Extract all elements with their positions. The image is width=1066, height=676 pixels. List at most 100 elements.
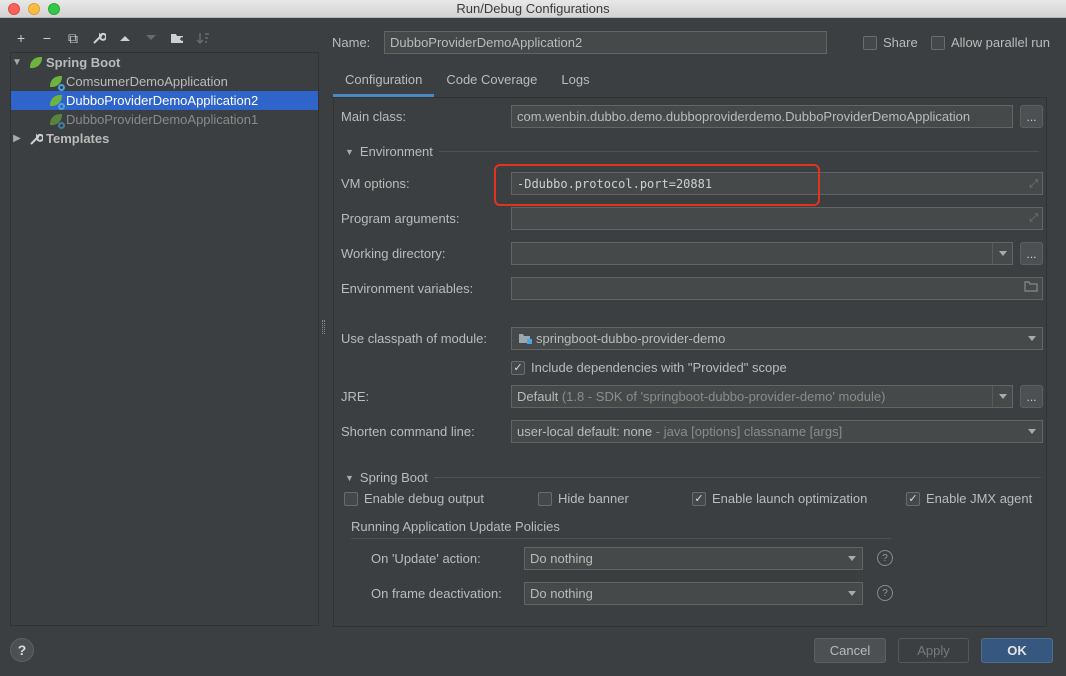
edit-defaults-button[interactable] bbox=[86, 28, 112, 48]
move-down-button[interactable] bbox=[138, 28, 164, 48]
tree-node-templates[interactable]: ▶ Templates bbox=[11, 129, 318, 148]
working-directory-browse-button[interactable]: ... bbox=[1020, 242, 1043, 265]
folder-icon bbox=[170, 33, 184, 43]
chevron-down-icon[interactable] bbox=[842, 548, 862, 569]
include-dependencies-checkbox[interactable]: ✓ bbox=[511, 360, 525, 375]
hide-banner-label: Hide banner bbox=[558, 491, 629, 506]
sort-button[interactable] bbox=[190, 28, 216, 48]
program-arguments-input[interactable]: ⤢ bbox=[511, 207, 1043, 230]
spring-boot-section-label: Spring Boot bbox=[359, 470, 428, 485]
update-policies-label: Running Application Update Policies bbox=[351, 519, 560, 534]
shorten-command-line-combo[interactable]: user-local default: none - java [options… bbox=[511, 420, 1043, 443]
classpath-module-value: springboot-dubbo-provider-demo bbox=[536, 331, 726, 346]
minus-icon: − bbox=[42, 30, 52, 46]
tab-code-coverage[interactable]: Code Coverage bbox=[434, 67, 549, 97]
name-input[interactable]: DubboProviderDemoApplication2 bbox=[384, 31, 827, 54]
tree-item-label: ComsumerDemoApplication bbox=[66, 74, 228, 89]
shorten-command-line-label: Shorten command line: bbox=[341, 424, 475, 439]
tree-node-label: Templates bbox=[46, 131, 110, 146]
classpath-module-label: Use classpath of module: bbox=[341, 331, 487, 346]
jmx-agent-wrap[interactable]: ✓ Enable JMX agent bbox=[906, 491, 1032, 506]
spring-boot-app-icon bbox=[49, 94, 65, 110]
expand-icon[interactable]: ⤢ bbox=[1029, 177, 1038, 191]
section-divider bbox=[433, 477, 1041, 478]
tab-logs[interactable]: Logs bbox=[549, 67, 601, 97]
new-folder-button[interactable] bbox=[164, 28, 190, 48]
chevron-down-icon[interactable] bbox=[992, 386, 1012, 407]
debug-output-checkbox[interactable] bbox=[344, 491, 358, 506]
tab-bar: Configuration Code Coverage Logs bbox=[333, 67, 602, 97]
jre-browse-button[interactable]: ... bbox=[1020, 385, 1043, 408]
wrench-icon bbox=[93, 32, 106, 44]
share-checkbox[interactable] bbox=[863, 35, 877, 50]
parallel-run-checkbox-wrap[interactable]: Allow parallel run bbox=[931, 35, 1050, 50]
tree-item-dubbo-provider-1[interactable]: DubboProviderDemoApplication1 bbox=[11, 110, 318, 129]
cancel-button[interactable]: Cancel bbox=[814, 638, 886, 663]
expand-icon[interactable]: ⤢ bbox=[1029, 212, 1038, 225]
on-frame-deactivation-combo[interactable]: Do nothing bbox=[524, 582, 863, 605]
move-up-button[interactable] bbox=[112, 28, 138, 48]
remove-configuration-button[interactable]: − bbox=[34, 28, 60, 48]
question-icon[interactable]: ? bbox=[877, 585, 893, 601]
on-update-label: On 'Update' action: bbox=[371, 551, 481, 566]
wrench-icon bbox=[30, 133, 43, 145]
environment-variables-input[interactable] bbox=[511, 277, 1043, 300]
tab-configuration[interactable]: Configuration bbox=[333, 67, 435, 97]
update-policies-divider bbox=[351, 538, 891, 539]
section-divider bbox=[438, 151, 1039, 152]
tree-node-spring-boot[interactable]: ▼ Spring Boot bbox=[11, 53, 318, 72]
jre-combo[interactable]: Default (1.8 - SDK of 'springboot-dubbo-… bbox=[511, 385, 1013, 408]
parallel-run-checkbox[interactable] bbox=[931, 35, 945, 50]
debug-output-wrap[interactable]: Enable debug output bbox=[344, 491, 484, 506]
tree-item-label: DubboProviderDemoApplication2 bbox=[66, 93, 259, 108]
parallel-run-label: Allow parallel run bbox=[951, 35, 1050, 50]
classpath-module-combo[interactable]: springboot-dubbo-provider-demo bbox=[511, 327, 1043, 350]
spring-boot-section[interactable]: ▼ Spring Boot bbox=[345, 470, 1041, 485]
tree-item-comsumer[interactable]: ComsumerDemoApplication bbox=[11, 72, 318, 91]
arrow-down-icon bbox=[146, 35, 156, 40]
window-title: Run/Debug Configurations bbox=[456, 1, 610, 16]
spring-boot-app-icon bbox=[49, 75, 65, 91]
copy-configuration-button[interactable]: ⧉ bbox=[60, 28, 86, 48]
help-button[interactable]: ? bbox=[10, 638, 34, 662]
launch-optimization-checkbox[interactable]: ✓ bbox=[692, 491, 706, 506]
spring-boot-app-icon bbox=[49, 113, 65, 129]
program-arguments-label: Program arguments: bbox=[341, 211, 460, 226]
on-update-combo[interactable]: Do nothing bbox=[524, 547, 863, 570]
add-configuration-button[interactable]: + bbox=[8, 28, 34, 48]
chevron-down-icon[interactable] bbox=[992, 243, 1012, 264]
apply-button[interactable]: Apply bbox=[898, 638, 969, 663]
ok-button[interactable]: OK bbox=[981, 638, 1053, 663]
launch-optimization-wrap[interactable]: ✓ Enable launch optimization bbox=[692, 491, 867, 506]
debug-output-label: Enable debug output bbox=[364, 491, 484, 506]
hide-banner-wrap[interactable]: Hide banner bbox=[538, 491, 629, 506]
include-dependencies-label: Include dependencies with "Provided" sco… bbox=[531, 360, 787, 375]
tree-item-dubbo-provider-2[interactable]: DubboProviderDemoApplication2 bbox=[11, 91, 318, 110]
launch-optimization-label: Enable launch optimization bbox=[712, 491, 868, 506]
include-dependencies-wrap[interactable]: ✓ Include dependencies with "Provided" s… bbox=[511, 360, 787, 375]
question-icon[interactable]: ? bbox=[877, 550, 893, 566]
jre-value: Default bbox=[517, 389, 559, 404]
hide-banner-checkbox[interactable] bbox=[538, 491, 552, 506]
shorten-value: user-local default: none bbox=[517, 424, 653, 439]
expand-arrow-icon[interactable]: ▼ bbox=[11, 57, 23, 68]
chevron-down-icon[interactable] bbox=[1022, 421, 1042, 442]
jre-value-detail: (1.8 - SDK of 'springboot-dubbo-provider… bbox=[561, 389, 886, 404]
working-directory-combo[interactable] bbox=[511, 242, 1013, 265]
jmx-agent-checkbox[interactable]: ✓ bbox=[906, 491, 920, 506]
share-checkbox-wrap[interactable]: Share bbox=[863, 35, 918, 50]
splitter-handle[interactable] bbox=[322, 320, 325, 334]
section-collapse-icon: ▼ bbox=[345, 146, 354, 157]
vm-options-input[interactable]: -Ddubbo.protocol.port=20881 ⤢ bbox=[511, 172, 1043, 195]
main-class-browse-button[interactable]: ... bbox=[1020, 105, 1043, 128]
chevron-down-icon[interactable] bbox=[842, 583, 862, 604]
environment-section[interactable]: ▼ Environment bbox=[345, 144, 1039, 159]
arrow-up-icon bbox=[120, 36, 130, 41]
collapse-arrow-icon[interactable]: ▶ bbox=[11, 133, 23, 144]
folder-browse-icon[interactable] bbox=[1024, 281, 1038, 292]
spring-boot-icon bbox=[29, 56, 43, 70]
main-class-input[interactable]: com.wenbin.dubbo.demo.dubboproviderdemo.… bbox=[511, 105, 1013, 128]
shorten-value-detail: - java [options] classname [args] bbox=[652, 424, 843, 439]
chevron-down-icon[interactable] bbox=[1022, 328, 1042, 349]
sort-icon bbox=[196, 33, 209, 45]
